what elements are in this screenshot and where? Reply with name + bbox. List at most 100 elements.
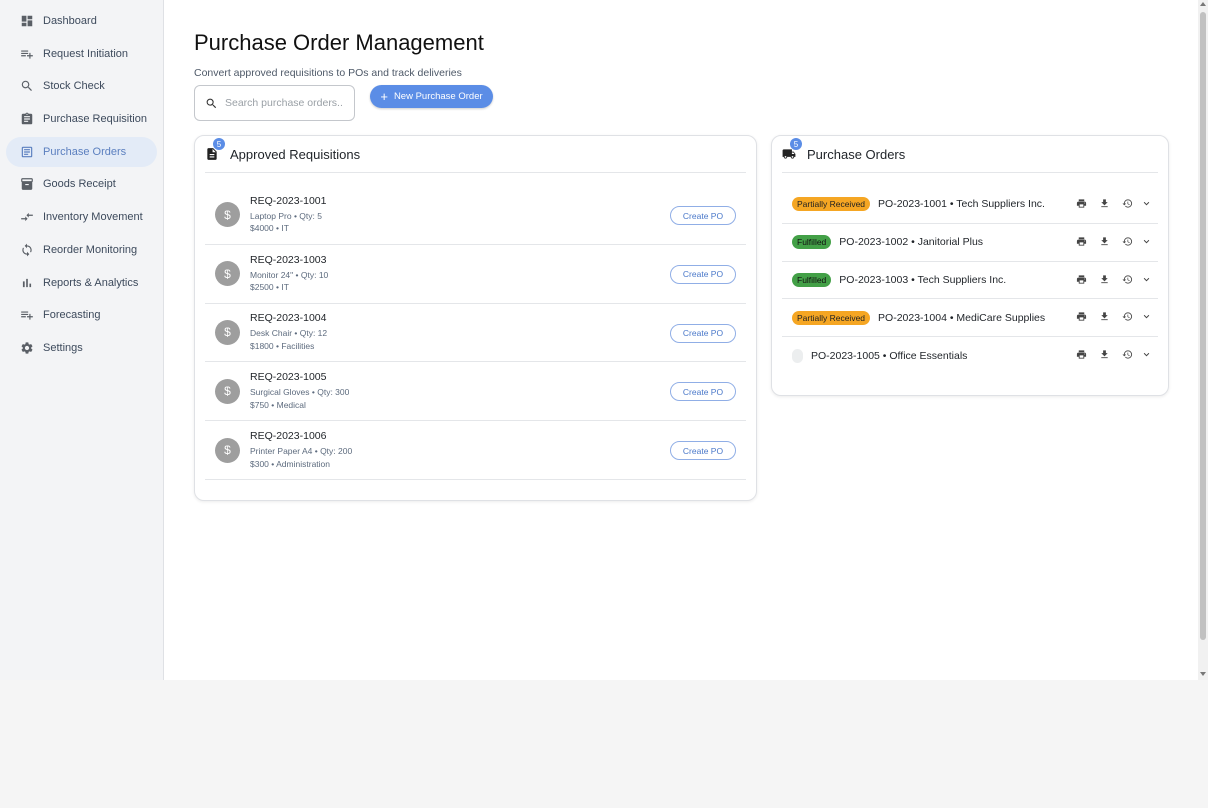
purchase-order-list: Partially Received PO-2023-1001 • Tech S…: [782, 186, 1158, 375]
app-window: Dashboard Request Initiation Stock Check…: [0, 0, 1198, 680]
vertical-scrollbar[interactable]: [1198, 0, 1208, 680]
search-box[interactable]: [194, 85, 355, 121]
download-icon[interactable]: [1099, 311, 1110, 322]
sidebar-item-reports-analytics[interactable]: Reports & Analytics: [6, 268, 157, 298]
compare-arrows-icon: [20, 210, 34, 224]
dollar-avatar-icon: $: [215, 202, 240, 228]
purchase-order-summary: PO-2023-1002 • Janitorial Plus: [839, 236, 984, 249]
chevron-down-icon[interactable]: [1141, 311, 1152, 322]
sidebar-item-label: Inventory Movement: [43, 211, 143, 224]
purchase-order-summary: PO-2023-1005 • Office Essentials: [811, 350, 968, 363]
print-icon[interactable]: [1076, 274, 1087, 285]
sync-icon: [20, 243, 34, 257]
row-actions: [1064, 198, 1152, 209]
status-badge: Partially Received: [792, 310, 871, 325]
sidebar-item-purchase-requisition[interactable]: Purchase Requisition: [6, 104, 157, 134]
playlist-add-icon: [20, 47, 34, 61]
sidebar-item-goods-receipt[interactable]: Goods Receipt: [6, 169, 157, 199]
dollar-avatar-icon: $: [215, 378, 240, 404]
history-icon[interactable]: [1122, 311, 1133, 322]
requisition-item: Desk Chair • Qty: 12: [250, 328, 328, 339]
requisition-list: $ REQ-2023-1001 Laptop Pro • Qty: 5 $400…: [205, 186, 746, 480]
purchase-orders-header: 5 Purchase Orders: [782, 136, 1158, 173]
scroll-down-icon[interactable]: [1200, 672, 1206, 676]
requisition-amount: $4000 • IT: [250, 223, 289, 234]
requisition-amount: $750 • Medical: [250, 399, 306, 410]
sidebar-item-stock-check[interactable]: Stock Check: [6, 71, 157, 101]
sidebar-item-dashboard[interactable]: Dashboard: [6, 6, 157, 36]
purchase-order-row[interactable]: Partially Received PO-2023-1004 • MediCa…: [782, 299, 1158, 338]
sidebar: Dashboard Request Initiation Stock Check…: [0, 0, 164, 680]
sidebar-item-label: Reports & Analytics: [43, 276, 139, 289]
page-title: Purchase Order Management: [194, 30, 484, 55]
status-badge: Fulfilled: [792, 235, 832, 250]
status-badge: [792, 349, 803, 364]
sidebar-item-label: Request Initiation: [43, 47, 128, 60]
create-po-button[interactable]: Create PO: [670, 264, 736, 284]
approved-requisitions-card: 5 Approved Requisitions $ REQ-2023-1001 …: [194, 135, 757, 501]
chevron-down-icon[interactable]: [1141, 198, 1152, 209]
dollar-avatar-icon: $: [215, 437, 240, 463]
row-actions: [1064, 349, 1152, 360]
download-icon[interactable]: [1099, 349, 1110, 360]
requisition-id: REQ-2023-1004: [250, 312, 327, 325]
gear-icon: [20, 341, 34, 355]
sidebar-item-purchase-orders[interactable]: Purchase Orders: [6, 136, 157, 167]
sidebar-item-forecasting[interactable]: Forecasting: [6, 300, 157, 330]
history-icon[interactable]: [1122, 349, 1133, 360]
requisitions-count-badge: 5: [213, 138, 225, 150]
clipboard-icon: [20, 112, 34, 126]
page-subtitle: Convert approved requisitions to POs and…: [194, 67, 462, 79]
history-icon[interactable]: [1122, 274, 1133, 285]
requisition-amount: $1800 • Facilities: [250, 340, 315, 351]
history-icon[interactable]: [1122, 198, 1133, 209]
requisition-row: $ REQ-2023-1003 Monitor 24" • Qty: 10 $2…: [205, 245, 746, 304]
sidebar-item-label: Forecasting: [43, 309, 101, 322]
download-icon[interactable]: [1099, 274, 1110, 285]
approved-requisitions-title: Approved Requisitions: [230, 146, 361, 162]
history-icon[interactable]: [1122, 236, 1133, 247]
requisition-row: $ REQ-2023-1004 Desk Chair • Qty: 12 $18…: [205, 304, 746, 363]
chevron-down-icon[interactable]: [1141, 236, 1152, 247]
purchase-order-row[interactable]: PO-2023-1005 • Office Essentials: [782, 337, 1158, 375]
print-icon[interactable]: [1076, 311, 1087, 322]
sidebar-item-label: Purchase Orders: [43, 145, 127, 158]
scroll-up-icon[interactable]: [1200, 2, 1206, 6]
status-badge: Partially Received: [792, 197, 871, 212]
purchase-order-summary: PO-2023-1004 • MediCare Supplies: [878, 311, 1046, 324]
sidebar-item-reorder-monitoring[interactable]: Reorder Monitoring: [6, 235, 157, 265]
print-icon[interactable]: [1076, 349, 1087, 360]
requisition-item: Monitor 24" • Qty: 10: [250, 269, 329, 280]
new-purchase-order-button[interactable]: + New Purchase Order: [370, 85, 493, 108]
purchase-order-row[interactable]: Partially Received PO-2023-1001 • Tech S…: [782, 186, 1158, 224]
purchase-order-row[interactable]: Fulfilled PO-2023-1002 • Janitorial Plus: [782, 224, 1158, 262]
scrollbar-thumb[interactable]: [1200, 12, 1206, 640]
sidebar-item-request-initiation[interactable]: Request Initiation: [6, 39, 157, 69]
purchase-order-row[interactable]: Fulfilled PO-2023-1003 • Tech Suppliers …: [782, 262, 1158, 300]
requisition-id: REQ-2023-1003: [250, 253, 327, 266]
requisition-row: $ REQ-2023-1006 Printer Paper A4 • Qty: …: [205, 421, 746, 480]
sidebar-item-settings[interactable]: Settings: [6, 333, 157, 363]
create-po-button[interactable]: Create PO: [670, 441, 736, 461]
chevron-down-icon[interactable]: [1141, 349, 1152, 360]
requisition-item: Laptop Pro • Qty: 5: [250, 210, 322, 221]
create-po-button[interactable]: Create PO: [670, 323, 736, 343]
create-po-button[interactable]: Create PO: [670, 206, 736, 225]
requisition-id: REQ-2023-1005: [250, 371, 327, 384]
search-input[interactable]: [225, 97, 343, 109]
dollar-avatar-icon: $: [215, 261, 240, 287]
new-purchase-order-label: New Purchase Order: [393, 91, 483, 102]
purchase-order-summary: PO-2023-1001 • Tech Suppliers Inc.: [878, 198, 1045, 211]
download-icon[interactable]: [1099, 236, 1110, 247]
requisition-item: Surgical Gloves • Qty: 300: [250, 387, 350, 398]
orders-count-badge: 5: [790, 138, 802, 150]
row-actions: [1064, 311, 1152, 322]
print-icon[interactable]: [1076, 236, 1087, 247]
sidebar-item-inventory-movement[interactable]: Inventory Movement: [6, 202, 157, 232]
create-po-button[interactable]: Create PO: [670, 382, 736, 402]
sidebar-item-label: Goods Receipt: [43, 178, 116, 191]
download-icon[interactable]: [1099, 198, 1110, 209]
chevron-down-icon[interactable]: [1141, 274, 1152, 285]
print-icon[interactable]: [1076, 198, 1087, 209]
sidebar-item-label: Dashboard: [43, 15, 97, 27]
